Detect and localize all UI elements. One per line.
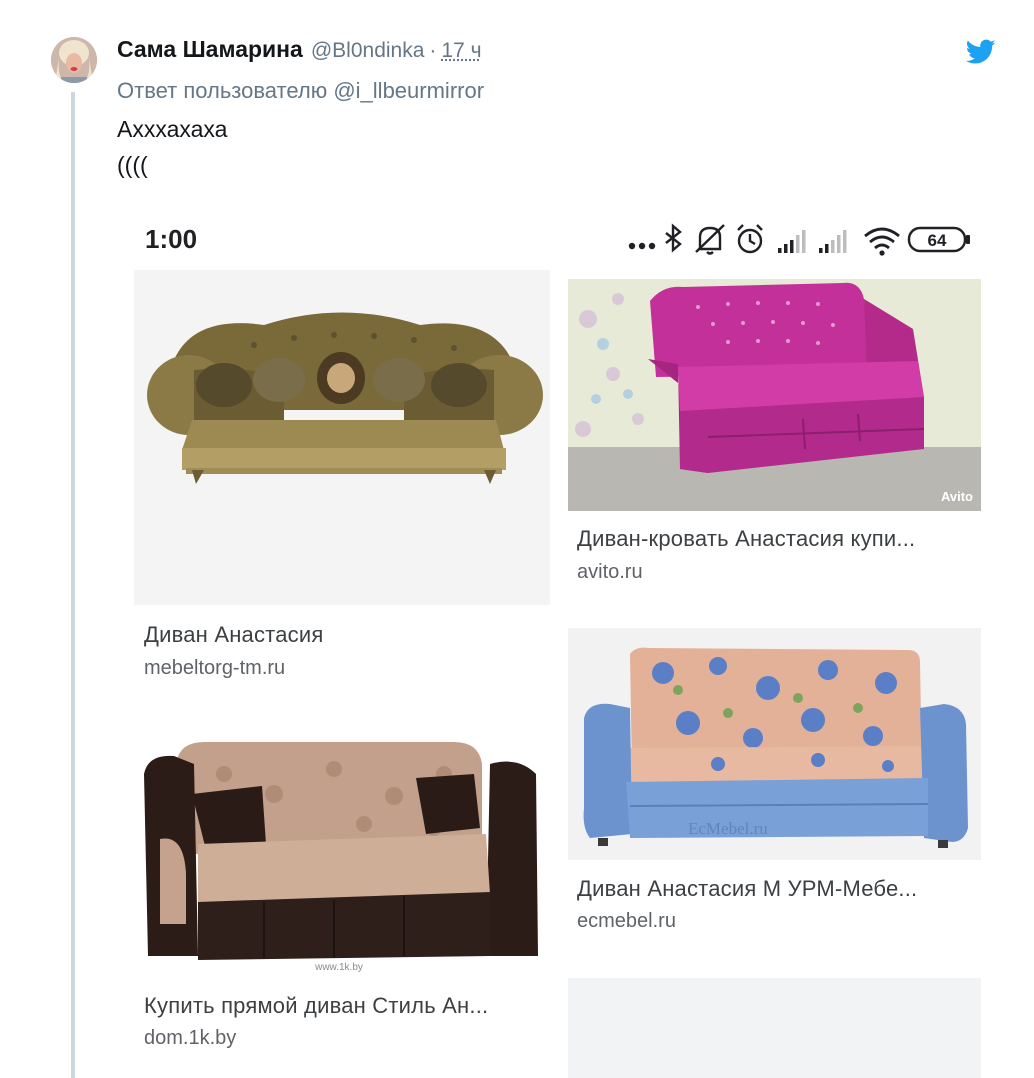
signal-icon [778, 230, 806, 253]
watermark-ecmebel: EcMebel.ru [688, 819, 768, 838]
result-source-3[interactable]: dom.1k.by [144, 1027, 236, 1050]
tweet-text-line-2: (((( [117, 152, 148, 178]
reply-to[interactable]: Ответ пользователю @i_llbeurmirror [117, 78, 484, 104]
sofa-image-olive [134, 270, 550, 605]
result-image-4[interactable]: EcMebel.ru [568, 628, 981, 860]
result-title-4[interactable]: Диван Анастасия М УРМ-Мебе... [577, 876, 917, 902]
status-bar-icons: 64 [628, 223, 970, 256]
watermark-1k: www.1k.by [314, 962, 363, 973]
result-image-2[interactable]: Avito [568, 279, 981, 511]
more-dots-icon [628, 242, 656, 250]
status-time: 1:00 [145, 224, 198, 254]
result-image-3[interactable]: www.1k.by [134, 724, 550, 976]
result-image-1[interactable] [134, 270, 550, 605]
twitter-bird-icon[interactable] [966, 39, 996, 65]
result-source-2[interactable]: avito.ru [577, 561, 643, 584]
sofa-image-floral: EcMebel.ru [568, 628, 981, 860]
tweet-header: Сама Шамарина @Bl0ndinka · 17 ч [117, 36, 482, 70]
battery-level: 64 [928, 231, 947, 250]
sofa-image-dark: www.1k.by [134, 724, 550, 976]
result-image-placeholder[interactable] [568, 978, 981, 1078]
author-handle[interactable]: @Bl0ndinka [311, 39, 425, 63]
sofa-image-pink: Avito [568, 279, 981, 511]
result-source-1[interactable]: mebeltorg-tm.ru [144, 657, 285, 680]
result-title-1[interactable]: Диван Анастасия [144, 622, 323, 648]
wifi-icon [864, 227, 900, 250]
signal-icon [819, 230, 847, 253]
separator: · [429, 39, 437, 62]
tweet-text-line-1: Ахххахаха [117, 116, 228, 142]
alarm-icon [737, 224, 763, 254]
author-name[interactable]: Сама Шамарина [117, 36, 303, 63]
avatar[interactable] [51, 37, 97, 83]
result-source-4[interactable]: ecmebel.ru [577, 910, 676, 933]
thread-line [71, 92, 75, 1078]
bell-off-icon [695, 224, 725, 255]
bluetooth-icon [665, 223, 682, 253]
watermark-avito: Avito [941, 489, 973, 504]
result-title-2[interactable]: Диван-кровать Анастасия купи... [577, 526, 915, 552]
tweet-time[interactable]: 17 ч [441, 39, 481, 63]
battery-icon: 64 [907, 226, 970, 253]
avatar-image [51, 37, 97, 83]
result-title-3[interactable]: Купить прямой диван Стиль Ан... [144, 993, 488, 1019]
